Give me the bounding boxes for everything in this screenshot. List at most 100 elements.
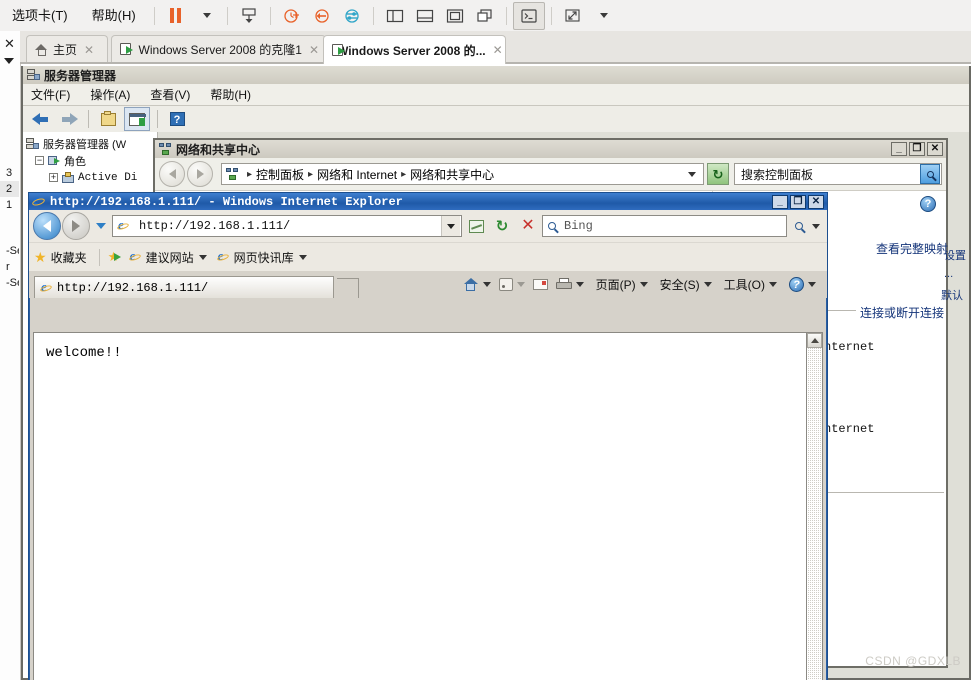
- back-button[interactable]: [29, 108, 53, 130]
- menu-action[interactable]: 操作(A): [90, 86, 130, 103]
- rail-close-button[interactable]: ✕: [4, 36, 15, 52]
- collapse-expander-icon[interactable]: −: [35, 156, 44, 165]
- favorites-button[interactable]: ★ 收藏夹: [34, 249, 87, 266]
- search-go-icon: [794, 222, 803, 230]
- maximize-button[interactable]: ❐: [909, 142, 925, 156]
- minimize-button[interactable]: _: [772, 194, 788, 209]
- menu-help[interactable]: 帮助(H): [80, 0, 148, 31]
- show-console-button[interactable]: [410, 3, 440, 29]
- take-snapshot-button[interactable]: [277, 3, 307, 29]
- print-button[interactable]: [553, 278, 587, 291]
- close-button[interactable]: ✕: [927, 142, 943, 156]
- menu-help[interactable]: 帮助(H): [210, 86, 251, 103]
- stretch-dropdown-button[interactable]: [588, 3, 618, 29]
- feeds-button[interactable]: [496, 278, 528, 291]
- close-icon[interactable]: ✕: [309, 43, 319, 57]
- forward-button[interactable]: [187, 161, 213, 187]
- console-view-button[interactable]: [512, 1, 545, 30]
- new-tab-button[interactable]: [337, 278, 359, 298]
- breadcrumb[interactable]: ▸ 控制面板 ▸ 网络和 Internet ▸ 网络和共享中心: [221, 163, 704, 185]
- search-input[interactable]: Bing: [542, 215, 787, 237]
- scroll-up-button[interactable]: [807, 333, 822, 348]
- breadcrumb-item-nsc[interactable]: 网络和共享中心: [410, 166, 494, 183]
- sidebar-link-settings[interactable]: 设置: [944, 247, 966, 263]
- link-connect-disconnect[interactable]: 连接或断开连接: [860, 304, 944, 321]
- tree-node-active-directory[interactable]: + Active Di: [23, 169, 157, 186]
- fav-web-slice-gallery[interactable]: e 网页快讯库: [216, 249, 307, 266]
- search-control-panel-input[interactable]: 搜索控制面板: [734, 163, 942, 185]
- fav-suggested-sites[interactable]: e 建议网站: [128, 249, 207, 266]
- chevron-down-icon[interactable]: [298, 254, 307, 260]
- unity-button[interactable]: [470, 3, 500, 29]
- scrollbar-track[interactable]: [807, 348, 822, 680]
- vm-tab-clone1[interactable]: Windows Server 2008 的克隆1 ✕: [111, 35, 326, 63]
- chevron-down-icon[interactable]: [198, 254, 207, 260]
- stretch-button[interactable]: [558, 3, 588, 29]
- vm-tab-home[interactable]: 主页 ✕: [26, 35, 108, 63]
- ie-titlebar: e http://192.168.1.111/ - Windows Intern…: [29, 193, 827, 210]
- breadcrumb-item-control-panel[interactable]: 控制面板: [256, 166, 304, 183]
- history-caret-icon[interactable]: [96, 223, 106, 229]
- help-menu-button[interactable]: ?: [786, 277, 819, 292]
- help-question-icon[interactable]: ?: [920, 196, 936, 212]
- page-menu-button[interactable]: 页面(P): [593, 276, 651, 293]
- refresh-button[interactable]: ↻: [707, 163, 729, 185]
- forward-button[interactable]: [62, 212, 90, 240]
- search-button[interactable]: [920, 164, 940, 184]
- list-item[interactable]: -Se: [0, 243, 19, 259]
- maximize-button[interactable]: ❐: [790, 194, 806, 209]
- home-button[interactable]: [460, 277, 494, 292]
- refresh-button[interactable]: ↻: [490, 214, 514, 238]
- compatibility-view-button[interactable]: [464, 214, 488, 238]
- list-item[interactable]: 1: [0, 197, 19, 213]
- menu-file[interactable]: 文件(F): [31, 86, 70, 103]
- search-provider-dropdown[interactable]: [809, 215, 823, 237]
- fullscreen-button[interactable]: [440, 3, 470, 29]
- rail-dropdown-caret-icon[interactable]: [4, 58, 14, 64]
- tree-node-server-manager[interactable]: 服务器管理器 (W: [23, 135, 157, 152]
- list-item[interactable]: 2: [0, 181, 19, 197]
- address-bar[interactable]: e http://192.168.1.111/: [112, 215, 462, 237]
- vm-tab-active[interactable]: Windows Server 2008 的... ✕: [323, 35, 506, 64]
- menu-view[interactable]: 查看(V): [150, 86, 190, 103]
- close-icon[interactable]: ✕: [493, 43, 503, 57]
- divider: [505, 6, 507, 25]
- stop-button[interactable]: ✕: [516, 214, 540, 238]
- close-icon[interactable]: ✕: [84, 43, 94, 57]
- minimize-button[interactable]: _: [891, 142, 907, 156]
- list-item[interactable]: r: [0, 259, 19, 275]
- show-library-button[interactable]: [380, 3, 410, 29]
- vertical-scrollbar[interactable]: [806, 332, 823, 680]
- back-button[interactable]: [33, 212, 61, 240]
- safety-menu-button[interactable]: 安全(S): [657, 276, 715, 293]
- chevron-down-icon[interactable]: [688, 171, 696, 177]
- tree-node-roles[interactable]: − 角色: [23, 152, 157, 169]
- expand-expander-icon[interactable]: +: [49, 173, 58, 182]
- sidebar-link-ellipsis[interactable]: ...: [944, 268, 953, 280]
- list-item[interactable]: -Se: [0, 275, 19, 291]
- add-to-favorites-icon[interactable]: ★: [108, 250, 123, 264]
- breadcrumb-item-network-internet[interactable]: 网络和 Internet: [317, 166, 397, 183]
- back-button[interactable]: [159, 161, 185, 187]
- show-hide-pane-button[interactable]: [124, 107, 150, 131]
- dropdown-caret-icon: [202, 13, 211, 18]
- list-item[interactable]: 3: [0, 165, 19, 181]
- power-dropdown-button[interactable]: [191, 3, 221, 29]
- menu-tabs[interactable]: 选项卡(T): [0, 0, 80, 31]
- address-dropdown-button[interactable]: [441, 216, 460, 236]
- help-button[interactable]: ?: [165, 108, 189, 130]
- sidebar-link-default[interactable]: 默认: [941, 287, 963, 303]
- properties-button[interactable]: [96, 108, 120, 130]
- browser-tab[interactable]: e http://192.168.1.111/: [34, 276, 334, 298]
- search-go-button[interactable]: [787, 215, 809, 237]
- pause-vm-button[interactable]: [161, 3, 191, 29]
- snapshot-manager-button[interactable]: [337, 3, 367, 29]
- server-manager-toolbar: ?: [23, 106, 969, 133]
- link-view-full-map[interactable]: 查看完整映射: [876, 240, 948, 257]
- close-button[interactable]: ✕: [808, 194, 824, 209]
- tools-menu-button[interactable]: 工具(O): [721, 276, 780, 293]
- send-ctrl-alt-del-button[interactable]: [234, 3, 264, 29]
- read-mail-button[interactable]: [530, 279, 551, 290]
- revert-snapshot-button[interactable]: [307, 3, 337, 29]
- forward-button[interactable]: [57, 108, 81, 130]
